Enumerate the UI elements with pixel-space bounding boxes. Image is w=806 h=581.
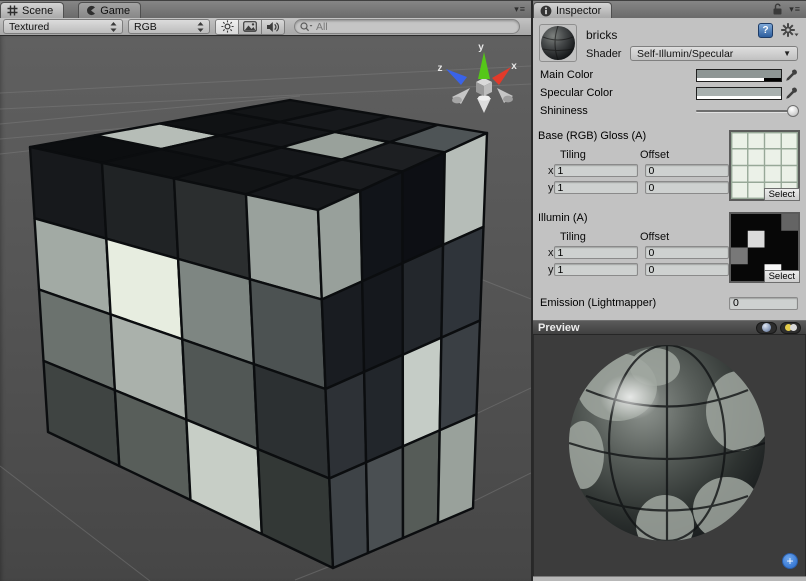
base-map-section: Base (RGB) Gloss (A) Tiling Offset x y — [538, 130, 801, 202]
y-axis-label: y — [478, 42, 484, 53]
shininess-label: Shininess — [540, 105, 696, 117]
speaker-icon — [266, 21, 280, 33]
panel-resize-strip[interactable] — [533, 576, 806, 581]
scene-viewport[interactable]: y x z — [0, 36, 531, 581]
light-off-icon — [790, 324, 797, 331]
illumin-offset-y-input[interactable] — [645, 263, 729, 276]
inspector-pane-menu-icon[interactable]: ▾≡ — [789, 4, 801, 15]
material-name: bricks — [586, 28, 617, 42]
channels-value: RGB — [134, 21, 197, 33]
skybox-toggle-button[interactable] — [238, 19, 262, 35]
tab-inspector-label: Inspector — [556, 5, 601, 17]
render-mode-value: Textured — [9, 21, 110, 33]
game-icon — [85, 5, 96, 16]
specular-color-row: Specular Color — [538, 84, 801, 102]
offset-header: Offset — [640, 231, 669, 243]
x-axis-row-label: x — [548, 247, 554, 259]
image-icon — [243, 21, 257, 32]
inspector-tabstrip: Inspector ▾≡ — [533, 0, 806, 18]
scene-toolbar: Textured RGB — [0, 18, 531, 36]
preview-panel: Preview — [533, 320, 806, 581]
scene-panel: Scene Game ▾≡ Textured RGB — [0, 0, 531, 581]
textured-cube[interactable] — [30, 100, 487, 568]
lock-icon[interactable] — [772, 3, 783, 15]
tab-inspector[interactable]: Inspector — [533, 2, 612, 18]
main-color-label: Main Color — [540, 69, 696, 81]
search-icon — [300, 22, 313, 32]
slider-thumb[interactable] — [787, 105, 799, 117]
help-icon[interactable]: ? — [758, 23, 773, 38]
sphere-icon — [762, 323, 771, 332]
tiling-header: Tiling — [548, 231, 640, 243]
channels-dropdown[interactable]: RGB — [128, 19, 210, 34]
illumin-offset-x-input[interactable] — [645, 246, 729, 259]
x-axis-cone[interactable] — [492, 67, 511, 85]
emission-row: Emission (Lightmapper) — [538, 294, 801, 312]
illumin-select-button[interactable]: Select — [764, 270, 800, 283]
y-axis-row-label: y — [548, 264, 554, 276]
preview-header[interactable]: Preview — [533, 320, 806, 335]
preview-lighting-button[interactable] — [780, 322, 801, 334]
tab-game-label: Game — [100, 5, 130, 17]
inspector-panel: Inspector ▾≡ — [531, 0, 806, 581]
offset-header: Offset — [640, 149, 669, 161]
eyedropper-icon[interactable] — [782, 87, 799, 100]
illumin-map-section: Illumin (A) Tiling Offset x y — [538, 212, 801, 284]
tab-scene-label: Scene — [22, 5, 53, 17]
lighting-toggle-button[interactable] — [215, 19, 239, 35]
tab-scene[interactable]: Scene — [0, 2, 64, 18]
main-color-row: Main Color — [538, 66, 801, 84]
search-input[interactable] — [316, 21, 514, 33]
z-axis-label: z — [438, 63, 443, 74]
x-axis-row-label: x — [548, 165, 554, 177]
eyedropper-icon[interactable] — [782, 69, 799, 82]
base-tiling-y-input[interactable] — [554, 181, 638, 194]
illumin-texture-thumbnail[interactable]: Select — [729, 212, 800, 283]
scene-pane-menu-icon[interactable]: ▾≡ — [514, 4, 526, 15]
tiling-header: Tiling — [548, 149, 640, 161]
specular-color-swatch[interactable] — [696, 87, 782, 100]
base-tiling-x-input[interactable] — [554, 164, 638, 177]
tab-game[interactable]: Game — [78, 2, 141, 18]
illumin-tiling-y-input[interactable] — [554, 263, 638, 276]
illumin-tiling-x-input[interactable] — [554, 246, 638, 259]
unity-editor-window: Scene Game ▾≡ Textured RGB — [0, 0, 806, 581]
scene-tabstrip: Scene Game ▾≡ — [0, 0, 531, 18]
scene-search-field[interactable] — [294, 19, 520, 34]
y-axis-cone[interactable] — [478, 52, 490, 79]
audio-toggle-button[interactable] — [261, 19, 285, 35]
shininess-row: Shininess — [538, 102, 801, 120]
specular-color-label: Specular Color — [540, 87, 696, 99]
info-icon — [540, 5, 552, 17]
base-offset-x-input[interactable] — [645, 164, 729, 177]
material-sphere-thumbnail[interactable] — [539, 24, 577, 62]
material-inspector: bricks Shader Self-Illumin/Specular ▼ ? — [533, 18, 806, 312]
y-axis-row-label: y — [548, 182, 554, 194]
preview-sphere-button[interactable] — [756, 322, 777, 334]
chevron-down-icon: ▼ — [783, 49, 791, 58]
sun-icon — [221, 20, 234, 33]
emission-label: Emission (Lightmapper) — [540, 297, 729, 309]
orientation-gizmo[interactable]: y x z — [438, 42, 518, 113]
grid-icon — [7, 5, 18, 16]
preview-viewport[interactable]: + — [533, 335, 806, 576]
shader-dropdown[interactable]: Self-Illumin/Specular ▼ — [630, 46, 798, 61]
gear-icon[interactable] — [781, 23, 799, 38]
shader-value: Self-Illumin/Specular — [637, 48, 733, 60]
base-texture-thumbnail[interactable]: Select — [729, 130, 800, 201]
updown-arrows-icon — [110, 22, 117, 32]
preview-title: Preview — [538, 322, 580, 334]
base-select-button[interactable]: Select — [764, 188, 800, 201]
x-axis-label: x — [511, 61, 517, 72]
z-axis-cone[interactable] — [446, 69, 467, 85]
updown-arrows-icon — [197, 22, 204, 32]
render-mode-dropdown[interactable]: Textured — [3, 19, 123, 34]
scene-view-toggles — [215, 19, 285, 35]
shader-label: Shader — [586, 48, 621, 60]
shininess-slider[interactable] — [696, 104, 799, 118]
main-color-swatch[interactable] — [696, 69, 782, 82]
base-offset-y-input[interactable] — [645, 181, 729, 194]
add-button[interactable]: + — [782, 553, 798, 569]
emission-input[interactable] — [729, 297, 798, 310]
